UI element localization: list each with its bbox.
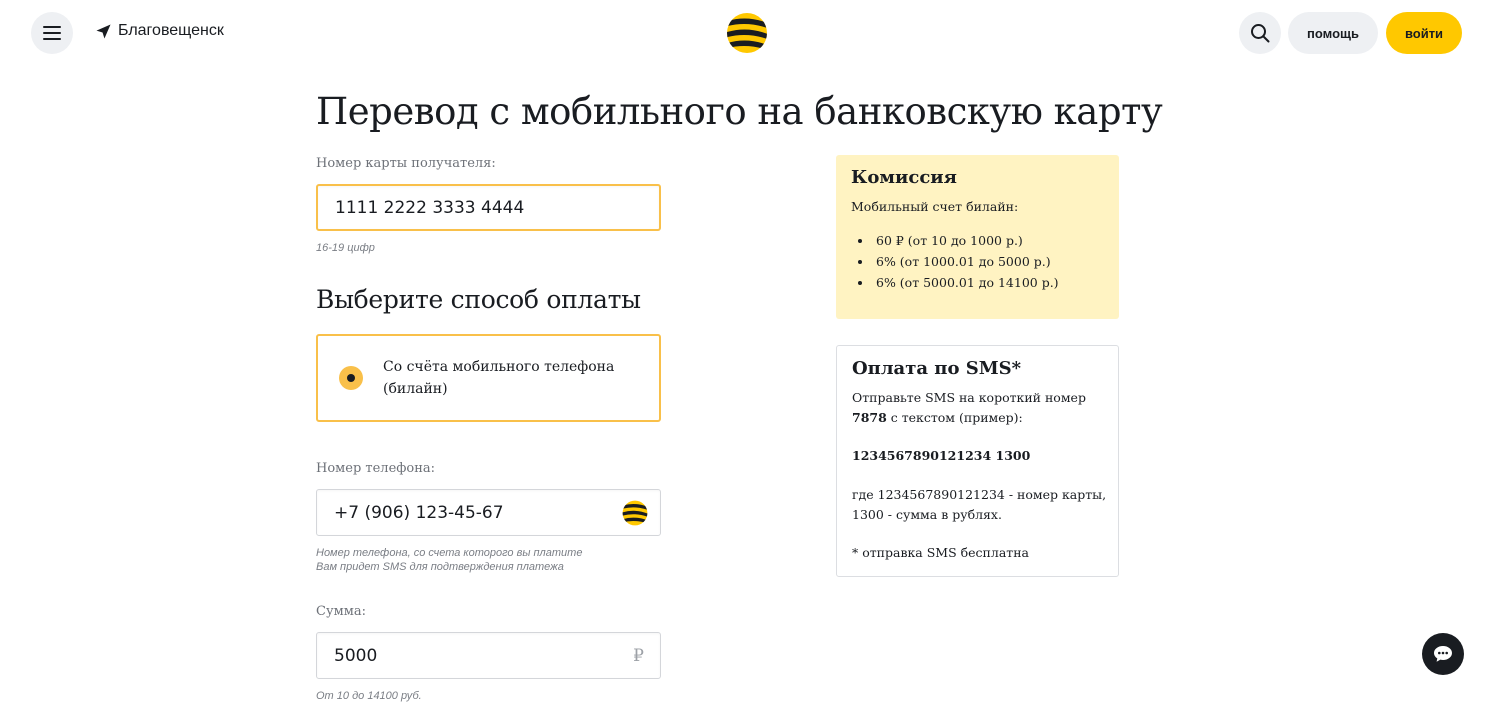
menu-icon — [43, 26, 61, 40]
payment-method-title: Выберите способ оплаты — [316, 285, 641, 314]
search-button[interactable] — [1239, 12, 1281, 54]
city-name: Благовещенск — [118, 22, 224, 39]
sms-short-number: 7878 — [852, 410, 887, 425]
login-button[interactable]: войти — [1386, 12, 1462, 54]
payment-option-mobile[interactable]: Со счёта мобильного телефона (билайн) — [316, 334, 661, 422]
radio-selected-dot — [347, 374, 355, 382]
help-button[interactable]: помощь — [1288, 12, 1378, 54]
sms-title: Оплата по SMS* — [852, 358, 1022, 379]
commission-card: Комиссия Мобильный счет билайн: 60 ₽ (от… — [836, 155, 1119, 319]
phone-hint-line1: Номер телефона, со счета которого вы пла… — [316, 547, 583, 559]
search-icon — [1251, 24, 1270, 43]
sms-footnote: * отправка SMS бесплатна — [852, 545, 1029, 560]
payment-option-label: Со счёта мобильного телефона (билайн) — [383, 359, 615, 397]
sms-payment-card: Оплата по SMS* Отправьте SMS на короткий… — [836, 345, 1119, 577]
commission-item: 60 ₽ (от 10 до 1000 р.) — [873, 230, 1059, 251]
amount-field: ₽ — [316, 632, 661, 679]
phone-hint: Номер телефона, со счета которого вы пла… — [316, 546, 582, 574]
phone-field — [316, 489, 661, 536]
amount-hint: От 10 до 14100 руб. — [316, 690, 422, 702]
card-number-label: Номер карты получателя: — [316, 156, 496, 171]
beeline-logo[interactable] — [726, 12, 768, 54]
amount-label: Сумма: — [316, 604, 366, 619]
beeline-operator-icon — [622, 500, 648, 525]
sms-instruction: Отправьте SMS на короткий номер 7878 с т… — [852, 388, 1112, 428]
amount-input[interactable] — [317, 633, 660, 678]
phone-hint-line2: Вам придет SMS для подтверждения платежа — [316, 561, 564, 573]
location-arrow-icon — [96, 23, 111, 39]
sms-explanation: где 1234567890121234 - номер карты, 1300… — [852, 487, 1107, 522]
card-number-field — [316, 184, 661, 231]
sms-example: 1234567890121234 1300 — [852, 448, 1031, 463]
card-number-hint: 16-19 цифр — [316, 242, 375, 254]
sms-text-before: Отправьте SMS на короткий номер — [852, 390, 1086, 405]
commission-title: Комиссия — [851, 167, 957, 188]
phone-label: Номер телефона: — [316, 461, 436, 476]
payment-option-radio[interactable] — [339, 366, 363, 390]
card-number-input[interactable] — [318, 186, 659, 229]
chat-button[interactable] — [1422, 633, 1464, 675]
phone-input[interactable] — [317, 490, 660, 535]
sms-text-after: с текстом (пример): — [886, 410, 1023, 425]
commission-list: 60 ₽ (от 10 до 1000 р.) 6% (от 1000.01 д… — [851, 230, 1059, 293]
commission-item: 6% (от 5000.01 до 14100 р.) — [873, 272, 1059, 293]
page-title: Перевод с мобильного на банковскую карту — [316, 90, 1163, 133]
menu-button[interactable] — [31, 12, 73, 54]
city-selector[interactable]: Благовещенск — [96, 22, 224, 40]
currency-symbol: ₽ — [633, 645, 644, 666]
header: Благовещенск помощь войти — [0, 0, 1500, 66]
commission-item: 6% (от 1000.01 до 5000 р.) — [873, 251, 1059, 272]
commission-subtitle: Мобильный счет билайн: — [851, 199, 1019, 214]
chat-icon — [1434, 646, 1452, 662]
